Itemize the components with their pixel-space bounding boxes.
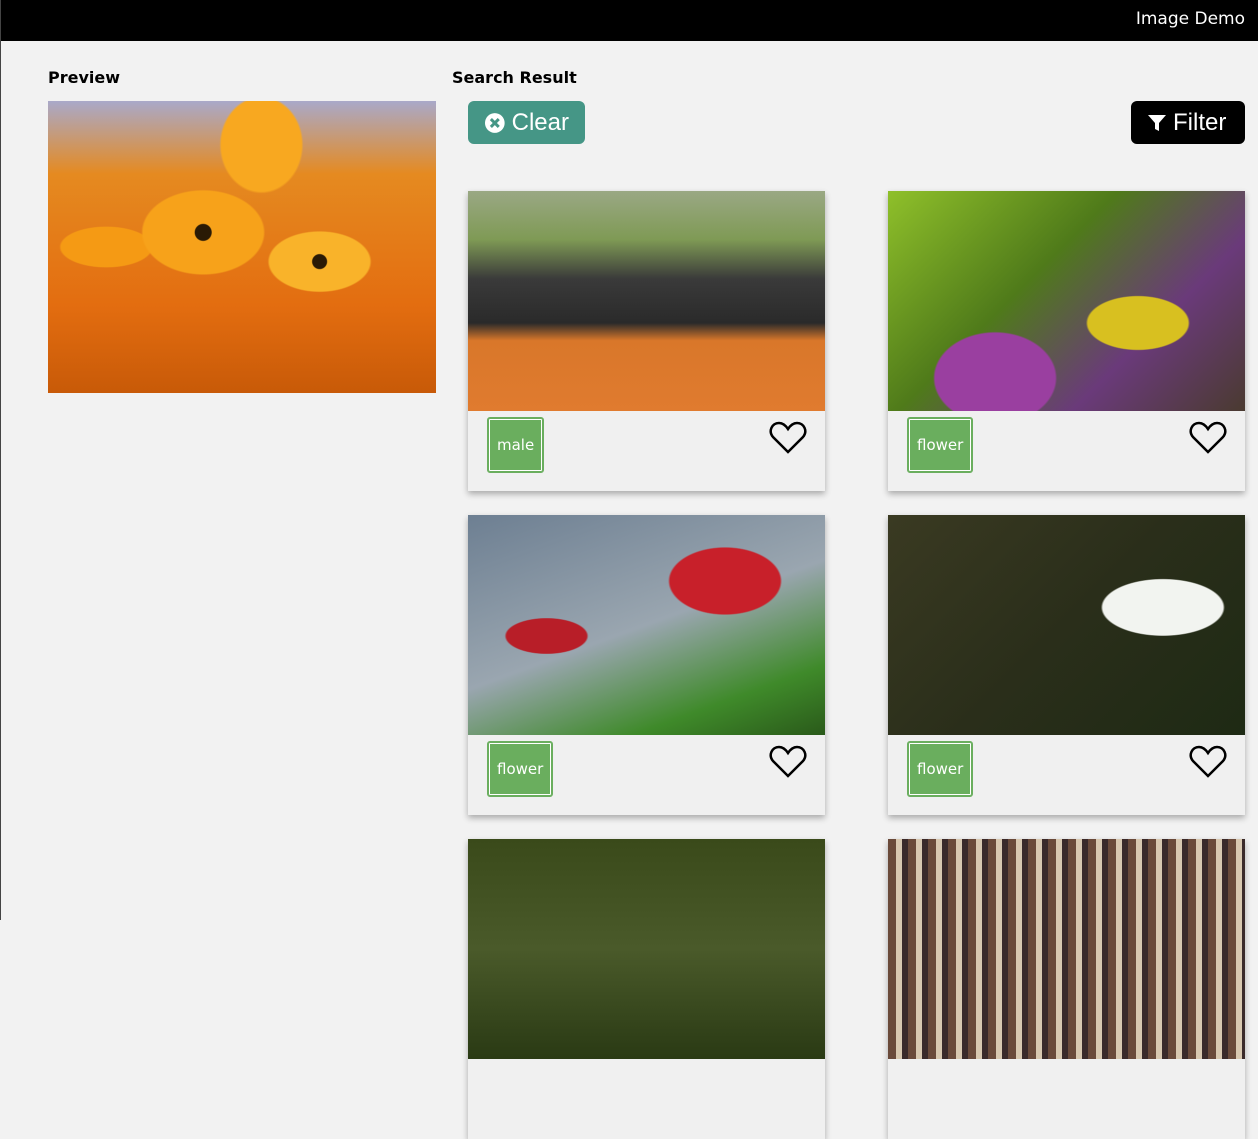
tag-badge[interactable]: flower — [907, 417, 974, 473]
preview-image — [48, 101, 436, 393]
heart-icon[interactable] — [769, 421, 807, 455]
result-card[interactable]: male — [468, 191, 825, 491]
result-image[interactable] — [888, 515, 1245, 735]
clear-label: Clear — [511, 108, 569, 136]
heart-icon[interactable] — [769, 745, 807, 779]
tag-badge[interactable]: flower — [487, 741, 554, 797]
result-card[interactable] — [468, 839, 825, 1139]
filter-icon — [1148, 114, 1166, 131]
result-image[interactable] — [468, 839, 825, 1059]
result-card[interactable]: flower — [888, 191, 1245, 491]
result-image[interactable] — [468, 515, 825, 735]
clear-button[interactable]: Clear — [468, 101, 585, 144]
result-image[interactable] — [888, 191, 1245, 411]
result-card[interactable]: flower — [468, 515, 825, 815]
preview-label: Preview — [48, 68, 121, 87]
close-circle-icon — [484, 112, 505, 133]
result-image[interactable] — [888, 839, 1245, 1059]
result-card[interactable] — [888, 839, 1245, 1139]
result-card[interactable]: flower — [888, 515, 1245, 815]
app-title: Image Demo — [1135, 9, 1245, 29]
filter-button[interactable]: Filter — [1131, 101, 1245, 144]
search-result-label: Search Result — [452, 68, 577, 87]
top-bar: Image Demo — [1, 0, 1258, 41]
tag-badge[interactable]: male — [487, 417, 545, 473]
tag-badge[interactable]: flower — [907, 741, 974, 797]
result-image[interactable] — [468, 191, 825, 411]
heart-icon[interactable] — [1189, 421, 1227, 455]
heart-icon[interactable] — [1189, 745, 1227, 779]
filter-label: Filter — [1173, 108, 1227, 136]
